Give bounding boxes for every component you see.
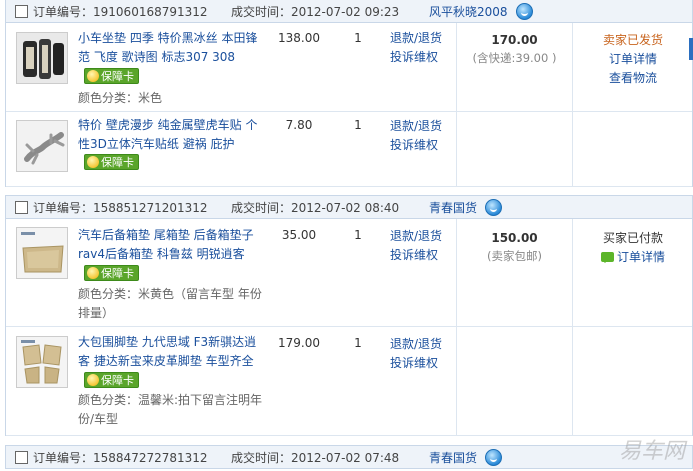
buyer-link[interactable]: 青春国货 xyxy=(429,449,477,466)
protection-badge[interactable]: 保障卡 xyxy=(84,372,139,389)
product-thumbnail[interactable] xyxy=(16,120,68,172)
order-detail-link[interactable]: 订单详情 xyxy=(573,50,693,69)
deal-time: 成交时间：2012-07-02 09:23 xyxy=(231,4,400,19)
protection-badge[interactable]: 保障卡 xyxy=(84,68,139,85)
unit-price: 7.80 xyxy=(285,118,313,132)
product-thumbnail[interactable] xyxy=(16,336,68,388)
protection-icon xyxy=(87,267,99,279)
product-color: 颜色分类：米黄色（留言车型 年份排量） xyxy=(78,287,262,320)
order-card: 订单编号：158847272781312 成交时间：2012-07-02 07:… xyxy=(5,445,693,469)
order-card: 订单编号：191060168791312 成交时间：2012-07-02 09:… xyxy=(5,0,693,187)
buyer-link[interactable]: 青春国货 xyxy=(429,199,477,216)
protection-badge[interactable]: 保障卡 xyxy=(84,154,139,171)
item-services: 退款/退货 投诉维权 xyxy=(390,29,450,67)
product-color: 颜色分类：米色 xyxy=(78,91,163,105)
order-header: 订单编号：191060168791312 成交时间：2012-07-02 09:… xyxy=(5,0,693,23)
product-color: 颜色分类：温馨米:拍下留言注明年份/车型 xyxy=(78,393,263,426)
status-text: 卖家已发货 xyxy=(602,33,663,47)
product-title[interactable]: 小车坐垫 四季 特价黑冰丝 本田锋范 飞度 歌诗图 标志307 308 xyxy=(78,29,258,67)
wangwang-chat-icon[interactable] xyxy=(485,198,503,216)
order-total: 150.00 (卖家包邮) xyxy=(457,229,572,265)
product-thumbnail[interactable] xyxy=(16,227,68,279)
complaint-link[interactable]: 投诉维权 xyxy=(390,246,450,265)
order-number: 订单编号：158851271201312 xyxy=(33,200,208,215)
item-services: 退款/退货 投诉维权 xyxy=(390,227,450,265)
shipping-info: (含快递:39.00 ) xyxy=(472,51,557,65)
protection-badge[interactable]: 保障卡 xyxy=(84,265,139,282)
order-item: 特价 壁虎漫步 纯金属壁虎车贴 个性3D立体汽车贴纸 避祸 庇护 保障卡 7.8… xyxy=(6,112,692,187)
unit-price: 138.00 xyxy=(278,31,320,45)
order-checkbox[interactable] xyxy=(15,4,28,18)
product-title[interactable]: 大包围脚垫 九代思域 F3新骐达逍客 捷达新宝来皮革脚垫 车型齐全 xyxy=(78,333,258,371)
product-title[interactable]: 特价 壁虎漫步 纯金属壁虎车贴 个性3D立体汽车贴纸 避祸 庇护 xyxy=(78,116,258,154)
order-item: 大包围脚垫 九代思域 F3新骐达逍客 捷达新宝来皮革脚垫 车型齐全 保障卡 颜色… xyxy=(6,327,692,436)
chat-icon xyxy=(600,252,614,263)
complaint-link[interactable]: 投诉维权 xyxy=(390,48,450,67)
order-number: 订单编号：191060168791312 xyxy=(33,4,208,19)
refund-link[interactable]: 退款/退货 xyxy=(390,29,450,48)
scroll-edge xyxy=(689,38,693,60)
complaint-link[interactable]: 投诉维权 xyxy=(390,136,450,155)
refund-link[interactable]: 退款/退货 xyxy=(390,227,450,246)
item-services: 退款/退货 投诉维权 xyxy=(390,335,450,373)
item-services: 退款/退货 投诉维权 xyxy=(390,117,450,155)
wangwang-chat-icon[interactable] xyxy=(485,448,503,466)
status-text: 买家已付款 xyxy=(602,231,663,245)
protection-icon xyxy=(87,374,99,386)
order-status: 卖家已发货 订单详情 查看物流 xyxy=(573,31,693,88)
order-status: 买家已付款 订单详情 xyxy=(573,229,693,267)
quantity: 1 xyxy=(354,336,362,350)
order-detail-link[interactable]: 订单详情 xyxy=(573,248,693,267)
protection-icon xyxy=(87,156,99,168)
refund-link[interactable]: 退款/退货 xyxy=(390,335,450,354)
order-checkbox[interactable] xyxy=(15,200,28,214)
order-number: 订单编号：158847272781312 xyxy=(33,450,208,465)
wangwang-chat-icon[interactable] xyxy=(515,2,533,20)
total-amount: 150.00 xyxy=(491,231,538,245)
order-items: 汽车后备箱垫 尾箱垫 后备箱垫子 rav4后备箱垫 科鲁兹 明锐逍客 保障卡 颜… xyxy=(5,219,693,436)
quantity: 1 xyxy=(354,31,362,45)
order-checkbox[interactable] xyxy=(15,450,28,464)
order-items: 小车坐垫 四季 特价黑冰丝 本田锋范 飞度 歌诗图 标志307 308 保障卡 … xyxy=(5,23,693,187)
deal-time: 成交时间：2012-07-02 08:40 xyxy=(231,200,400,215)
protection-icon xyxy=(87,70,99,82)
buyer-link[interactable]: 风平秋晓2008 xyxy=(429,3,508,20)
quantity: 1 xyxy=(354,228,362,242)
order-card: 订单编号：158851271201312 成交时间：2012-07-02 08:… xyxy=(5,195,693,436)
total-amount: 170.00 xyxy=(491,33,538,47)
unit-price: 179.00 xyxy=(278,336,320,350)
complaint-link[interactable]: 投诉维权 xyxy=(390,354,450,373)
refund-link[interactable]: 退款/退货 xyxy=(390,117,450,136)
shipping-info: (卖家包邮) xyxy=(487,249,542,263)
product-thumbnail[interactable] xyxy=(16,32,68,84)
order-header: 订单编号：158847272781312 成交时间：2012-07-02 07:… xyxy=(5,445,693,469)
order-total: 170.00 (含快递:39.00 ) xyxy=(457,31,572,67)
unit-price: 35.00 xyxy=(281,228,317,242)
deal-time: 成交时间：2012-07-02 07:48 xyxy=(231,450,400,465)
watermark: 易车网 xyxy=(618,439,685,464)
product-title[interactable]: 汽车后备箱垫 尾箱垫 后备箱垫子 rav4后备箱垫 科鲁兹 明锐逍客 xyxy=(78,226,258,264)
quantity: 1 xyxy=(354,118,362,132)
view-logistics-link[interactable]: 查看物流 xyxy=(573,69,693,88)
order-header: 订单编号：158851271201312 成交时间：2012-07-02 08:… xyxy=(5,195,693,219)
